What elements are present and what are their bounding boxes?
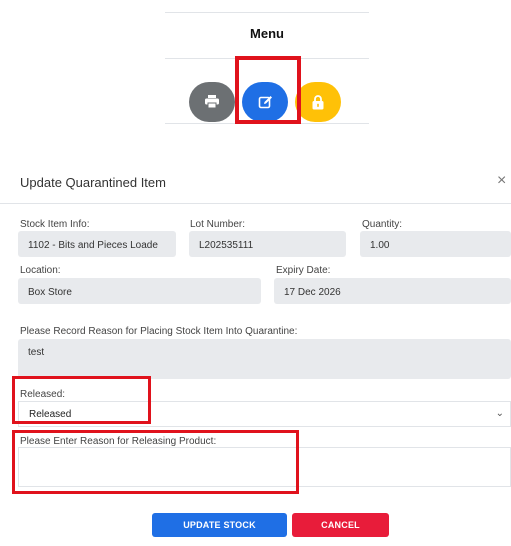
lock-button[interactable] bbox=[295, 82, 341, 122]
cancel-button[interactable]: CANCEL bbox=[292, 513, 389, 537]
location-label: Location: bbox=[20, 265, 61, 276]
quantity-label: Quantity: bbox=[362, 219, 403, 230]
close-icon[interactable]: × bbox=[497, 172, 506, 190]
menu-top-divider bbox=[165, 12, 369, 13]
stock-item-label: Stock Item Info: bbox=[20, 219, 90, 230]
print-icon bbox=[205, 95, 219, 109]
menu-title: Menu bbox=[250, 26, 284, 41]
lot-number-field: L202535111 bbox=[189, 231, 346, 257]
print-button[interactable] bbox=[189, 82, 235, 122]
expiry-date-field: 17 Dec 2026 bbox=[274, 278, 511, 304]
location-field: Box Store bbox=[18, 278, 261, 304]
modal-header-divider bbox=[0, 203, 511, 204]
modal-title: Update Quarantined Item bbox=[20, 175, 166, 190]
update-stock-button[interactable]: UPDATE STOCK bbox=[152, 513, 287, 537]
expiry-date-label: Expiry Date: bbox=[276, 265, 331, 276]
quantity-field: 1.00 bbox=[360, 231, 511, 257]
stock-item-field: 1102 - Bits and Pieces Loade bbox=[18, 231, 176, 257]
released-highlight bbox=[12, 376, 151, 424]
release-reason-highlight bbox=[12, 430, 299, 494]
lot-number-label: Lot Number: bbox=[190, 219, 246, 230]
edit-button-highlight bbox=[235, 56, 301, 124]
lock-icon bbox=[312, 94, 324, 109]
quarantine-reason-field: test bbox=[18, 339, 511, 379]
quarantine-reason-label: Please Record Reason for Placing Stock I… bbox=[20, 326, 298, 337]
chevron-down-icon: ⌄ bbox=[495, 408, 504, 419]
